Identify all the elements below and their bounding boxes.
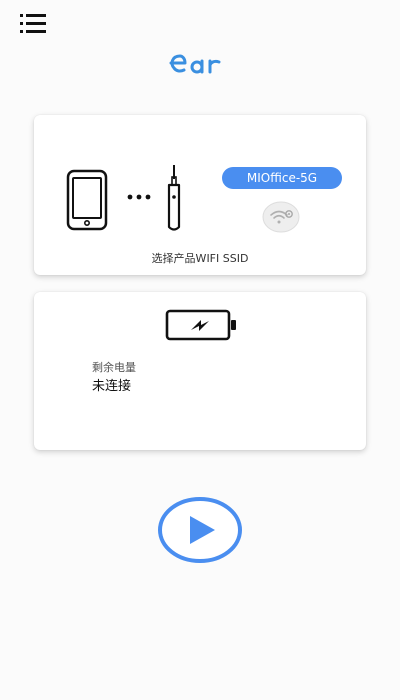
battery-level-label: 剩余电量 xyxy=(92,361,136,374)
list-menu-icon xyxy=(20,14,46,33)
phone-icon xyxy=(66,169,108,231)
ellipsis-icon xyxy=(127,194,151,200)
play-button[interactable] xyxy=(157,496,243,564)
app-logo xyxy=(164,46,236,82)
connection-status: 未连接 xyxy=(92,379,132,394)
play-icon xyxy=(158,497,242,563)
earpick-device-icon xyxy=(167,165,181,231)
wifi-card-caption: 选择产品WIFI SSID xyxy=(151,252,249,265)
menu-button[interactable] xyxy=(16,10,50,38)
battery-charging-icon xyxy=(165,309,236,341)
wifi-card: MIOffice-5G 选择产品WIFI SSID xyxy=(34,115,366,275)
wifi-settings-icon[interactable] xyxy=(262,201,300,233)
battery-card: 剩余电量 未连接 xyxy=(34,292,366,450)
ssid-select[interactable]: MIOffice-5G xyxy=(222,167,342,189)
